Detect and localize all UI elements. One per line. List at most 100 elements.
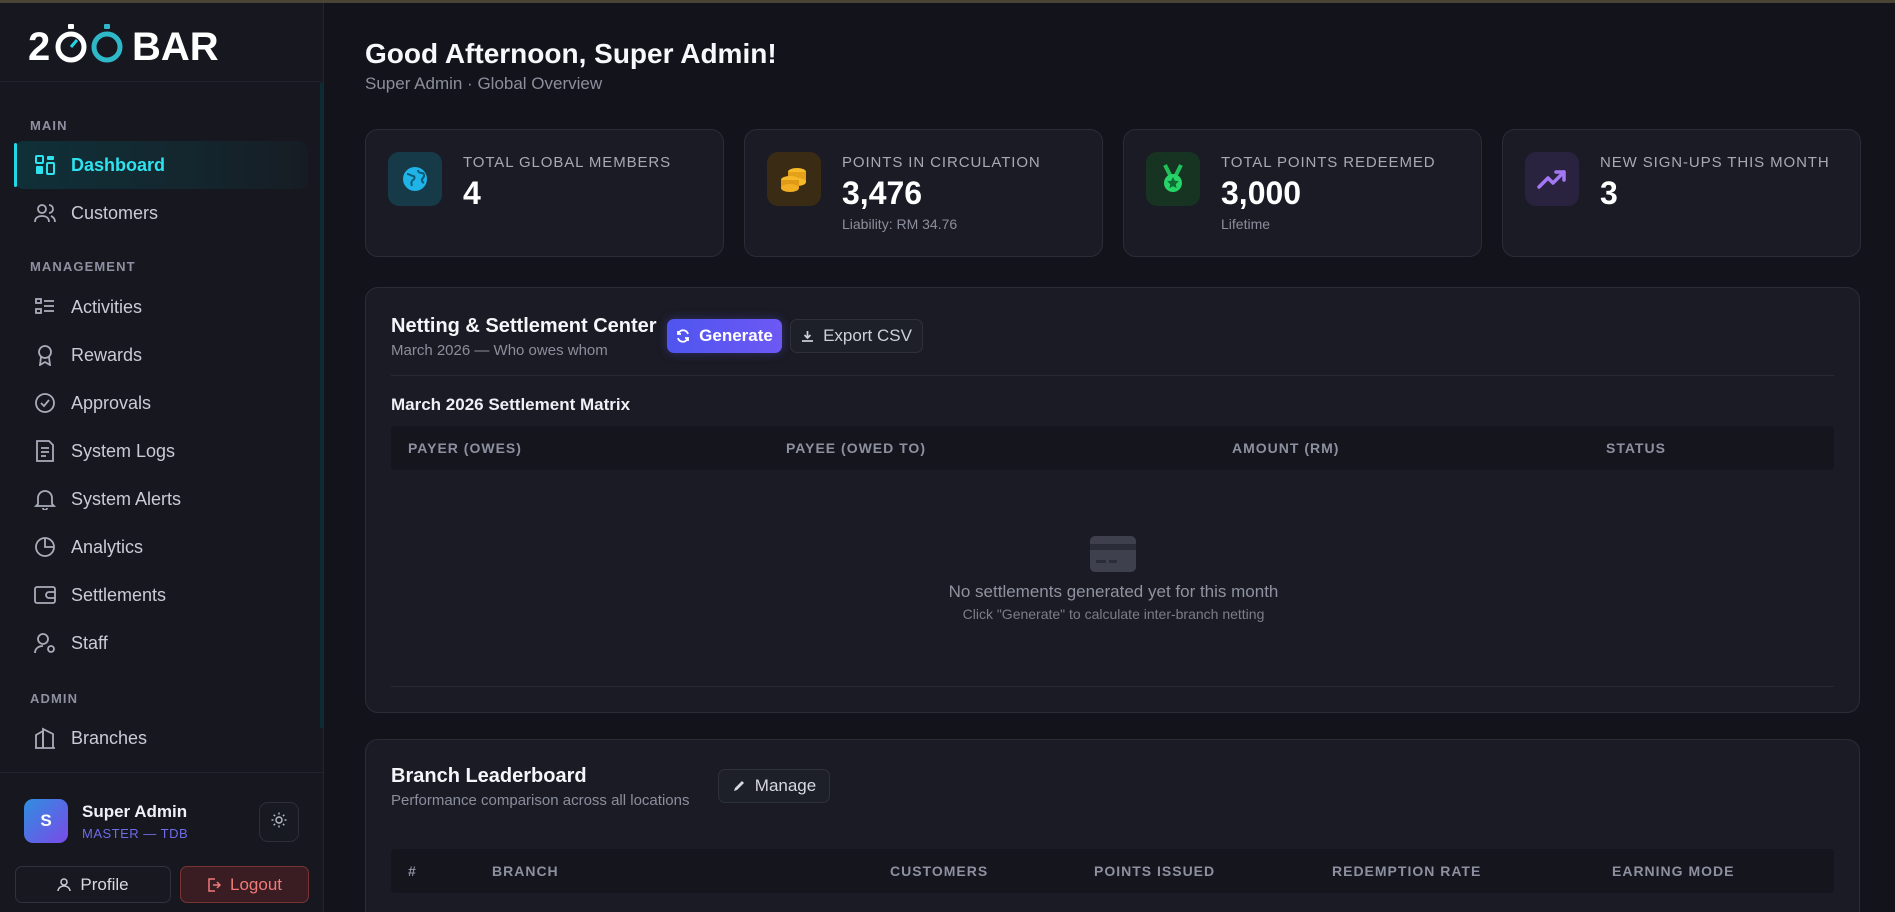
svg-text:2: 2	[28, 25, 50, 69]
sidebar-item-settlements[interactable]: Settlements	[14, 571, 308, 619]
stat-label: TOTAL GLOBAL MEMBERS	[463, 154, 672, 171]
page-subtitle: Super Admin · Global Overview	[365, 74, 603, 93]
empty-state-title: No settlements generated yet for this mo…	[948, 582, 1279, 601]
export-label: Export CSV	[823, 326, 912, 345]
logo-mark: 2 BAR	[28, 24, 219, 69]
column-header: STATUS	[1606, 440, 1666, 456]
sidebar-item-label: Dashboard	[71, 154, 166, 175]
column-header: PAYER (OWES)	[408, 440, 522, 456]
manage-button[interactable]: Manage	[718, 769, 830, 803]
stat-card-signups: NEW SIGN-UPS THIS MONTH 3	[1502, 129, 1861, 257]
generate-button[interactable]: Generate	[667, 319, 782, 353]
sidebar-item-analytics[interactable]: Analytics	[14, 523, 308, 571]
stat-sub: Liability: RM 34.76	[842, 216, 958, 232]
sidebar-item-staff[interactable]: Staff	[14, 619, 308, 667]
table-row[interactable]	[406, 908, 428, 912]
settlement-panel: Netting & Settlement Center March 2026 —…	[365, 287, 1860, 713]
manage-label: Manage	[754, 776, 817, 795]
panel-divider	[391, 375, 1834, 376]
column-header: BRANCH	[492, 863, 559, 879]
sidebar-item-label: Approvals	[71, 392, 152, 413]
profile-button[interactable]: Profile	[15, 866, 171, 903]
leaderboard-table-header: # BRANCH CUSTOMERS POINTS ISSUED REDEMPT…	[391, 849, 1834, 893]
panel-divider	[391, 686, 1834, 687]
settlement-subtitle: March 2026 — Who owes whom	[391, 342, 608, 359]
sidebar-item-label: Settlements	[71, 584, 167, 605]
refresh-icon	[676, 329, 690, 343]
generate-label: Generate	[699, 326, 773, 345]
stat-value: 4	[463, 175, 481, 211]
theme-toggle-button[interactable]	[259, 802, 299, 842]
credit-card-icon	[1089, 535, 1137, 578]
download-icon	[801, 330, 814, 343]
medal-icon	[1146, 152, 1200, 206]
user-icon	[57, 877, 72, 892]
sidebar-item-label: Customers	[71, 202, 159, 223]
user-role: MASTER — TDB	[82, 825, 189, 841]
column-header: AMOUNT (RM)	[1232, 440, 1340, 456]
stat-sub: Lifetime	[1221, 216, 1271, 232]
sidebar-item-system-alerts[interactable]: System Alerts	[14, 475, 308, 523]
trending-up-icon	[1525, 152, 1579, 206]
globe-icon	[388, 152, 442, 206]
settlement-title: Netting & Settlement Center	[391, 315, 657, 337]
stat-label: TOTAL POINTS REDEEMED	[1221, 154, 1436, 171]
leaderboard-title: Branch Leaderboard	[391, 765, 587, 787]
app-logo[interactable]: 2 BAR	[28, 21, 223, 69]
trophy-icon	[406, 908, 428, 912]
sidebar-item-system-logs[interactable]: System Logs	[14, 427, 308, 475]
logout-button[interactable]: Logout	[180, 866, 309, 903]
list-icon	[34, 296, 56, 318]
svg-text:BAR: BAR	[132, 25, 219, 69]
sidebar-item-branches[interactable]: Branches	[14, 714, 308, 762]
sidebar-item-activities[interactable]: Activities	[14, 283, 308, 331]
stat-label: NEW SIGN-UPS THIS MONTH	[1600, 154, 1830, 171]
dashboard-icon	[34, 154, 56, 176]
column-header: REDEMPTION RATE	[1332, 863, 1482, 879]
sidebar: 2 BAR MAIN Dashboard Customers MANAGEMEN…	[0, 3, 324, 912]
stat-label: POINTS IN CIRCULATION	[842, 154, 1041, 171]
stat-value: 3	[1600, 175, 1618, 211]
logout-icon	[207, 877, 221, 892]
stat-card-points-redeemed: TOTAL POINTS REDEEMED 3,000 Lifetime	[1123, 129, 1482, 257]
nav-section-admin: ADMIN	[30, 691, 79, 706]
logout-label: Logout	[230, 874, 282, 894]
sidebar-item-label: System Alerts	[71, 488, 182, 509]
export-csv-button[interactable]: Export CSV	[790, 319, 923, 353]
stat-card-members: TOTAL GLOBAL MEMBERS 4	[365, 129, 724, 257]
column-header: POINTS ISSUED	[1094, 863, 1216, 879]
sidebar-divider	[0, 772, 324, 773]
empty-state-subtitle: Click "Generate" to calculate inter-bran…	[962, 606, 1265, 622]
users-icon	[34, 202, 56, 224]
user-cog-icon	[34, 632, 56, 654]
leaderboard-subtitle: Performance comparison across all locati…	[391, 792, 690, 809]
sun-icon	[271, 812, 287, 833]
nav-section-management: MANAGEMENT	[30, 259, 136, 274]
logo-divider	[0, 81, 324, 82]
sidebar-item-dashboard[interactable]: Dashboard	[14, 141, 308, 189]
user-card[interactable]: S Super Admin MASTER — TDB	[24, 799, 188, 843]
sidebar-item-approvals[interactable]: Approvals	[14, 379, 308, 427]
sidebar-item-label: System Logs	[71, 440, 176, 461]
settlement-table-header: PAYER (OWES) PAYEE (OWED TO) AMOUNT (RM)…	[391, 426, 1834, 470]
sidebar-item-rewards[interactable]: Rewards	[14, 331, 308, 379]
wallet-icon	[34, 584, 56, 606]
column-header: PAYEE (OWED TO)	[786, 440, 926, 456]
sidebar-item-customers[interactable]: Customers	[14, 189, 308, 237]
check-circle-icon	[34, 392, 56, 414]
column-header: #	[408, 863, 417, 879]
pencil-icon	[732, 779, 746, 793]
matrix-title: March 2026 Settlement Matrix	[391, 395, 631, 414]
column-header: CUSTOMERS	[890, 863, 989, 879]
sidebar-item-label: Analytics	[71, 536, 144, 557]
coins-icon	[767, 152, 821, 206]
sidebar-scrollbar[interactable]	[320, 83, 323, 728]
profile-label: Profile	[80, 874, 129, 894]
avatar: S	[24, 799, 68, 843]
leaderboard-panel: Branch Leaderboard Performance compariso…	[365, 739, 1860, 912]
stat-value: 3,476	[842, 175, 923, 211]
stat-card-points-circulation: POINTS IN CIRCULATION 3,476 Liability: R…	[744, 129, 1103, 257]
nav-section-main: MAIN	[30, 118, 68, 133]
page-title: Good Afternoon, Super Admin!	[365, 38, 777, 69]
sidebar-item-label: Rewards	[71, 344, 143, 365]
